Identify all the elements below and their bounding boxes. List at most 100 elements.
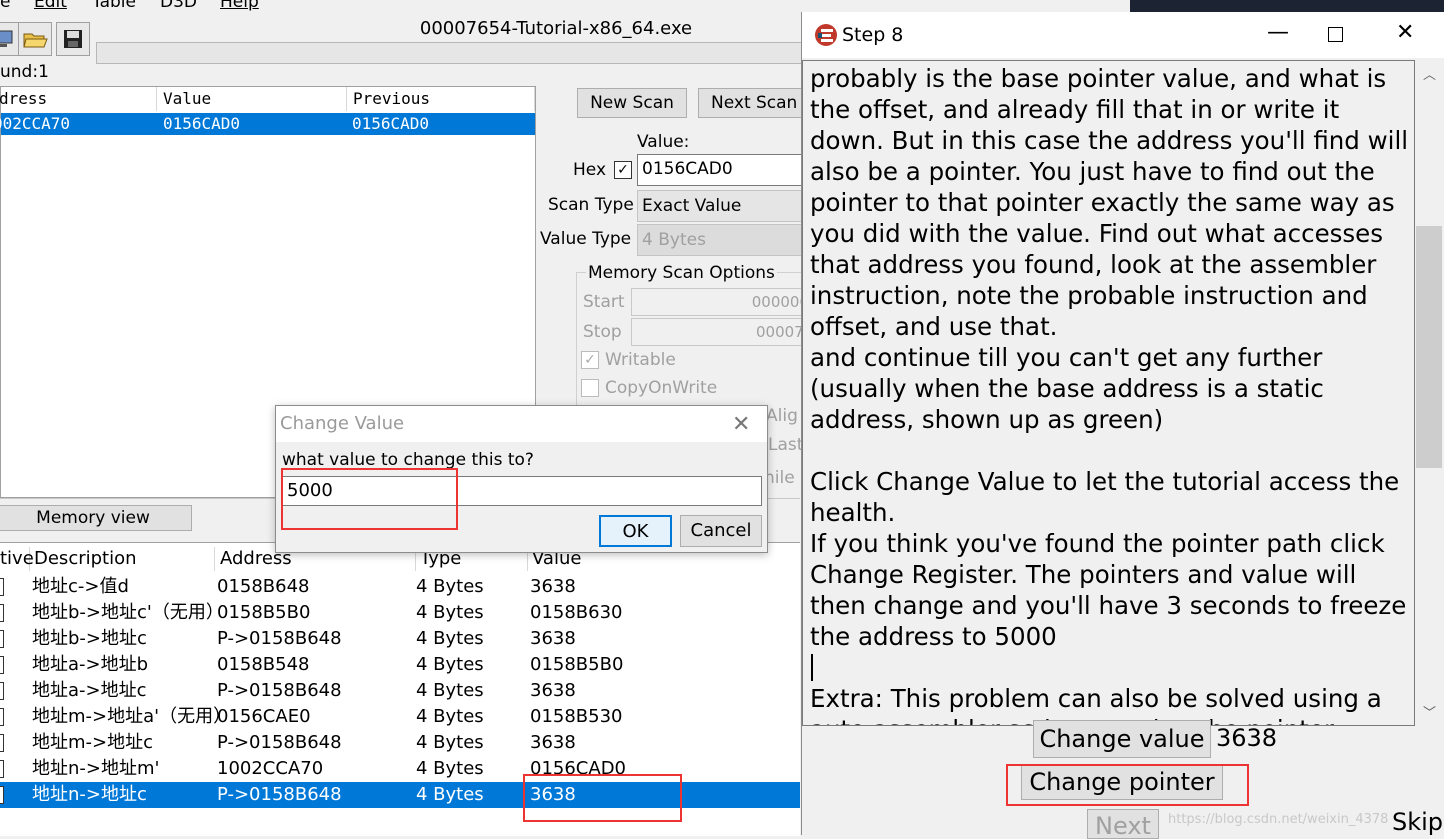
row-description: 地址b->地址c'（无用）: [32, 602, 224, 623]
table-row[interactable]: 地址c->值d 0158B648 4 Bytes 3638: [0, 574, 800, 600]
value-type-select[interactable]: 4 Bytes: [637, 224, 812, 256]
memory-options-label: Memory Scan Options: [586, 263, 777, 283]
tutorial-paragraph: probably is the base pointer value, and …: [810, 64, 1409, 434]
hex-label: Hex: [573, 160, 607, 180]
input-highlight-box: [281, 468, 458, 530]
active-checkbox[interactable]: [0, 734, 4, 752]
active-checkbox[interactable]: [0, 760, 4, 778]
stop-address-input[interactable]: 00007f: [631, 318, 816, 346]
row-address: 0156CAE0: [217, 706, 311, 727]
close-icon[interactable]: ✕: [732, 412, 750, 437]
scan-type-label: Scan Type: [548, 195, 634, 215]
column-header-description[interactable]: Description: [32, 547, 215, 571]
cheat-engine-logo-icon: [814, 23, 838, 47]
scroll-up-icon[interactable]: ︿: [1423, 64, 1436, 83]
row-value: 3638: [530, 680, 576, 701]
minimize-icon[interactable]: —: [1267, 20, 1289, 45]
vertical-scrollbar[interactable]: ︿ ﹀: [1415, 60, 1443, 726]
open-folder-icon[interactable]: [18, 22, 52, 56]
result-value: 0156CAD0: [163, 114, 241, 133]
result-row[interactable]: 002CCA70 0156CAD0 0156CAD0: [0, 113, 535, 135]
row-value: 3638: [530, 628, 576, 649]
last-digits-label: Last: [768, 435, 804, 455]
active-checkbox[interactable]: [0, 656, 4, 674]
table-row[interactable]: 地址m->地址c P->0158B648 4 Bytes 3638: [0, 730, 800, 756]
hex-checkbox[interactable]: ✓: [614, 161, 632, 179]
row-type: 4 Bytes: [416, 680, 484, 701]
close-icon[interactable]: ✕: [1396, 20, 1414, 45]
row-address: P->0158B648: [217, 680, 342, 701]
new-scan-button[interactable]: New Scan: [577, 88, 687, 118]
row-value: 0158B530: [530, 706, 623, 727]
found-count: und:1: [0, 62, 49, 82]
tutorial-paragraph: Click Change Value to let the tutorial a…: [810, 467, 1407, 651]
text-caret: [811, 654, 813, 681]
active-checkbox[interactable]: [0, 786, 4, 804]
next-scan-button[interactable]: Next Scan: [698, 88, 808, 118]
row-type: 4 Bytes: [416, 706, 484, 727]
active-checkbox[interactable]: [0, 630, 4, 648]
start-label: Start: [583, 292, 625, 312]
column-header-active[interactable]: tive: [0, 547, 34, 571]
stop-label: Stop: [583, 322, 622, 342]
value-highlight-box: [523, 774, 682, 822]
step-title: Step 8: [842, 24, 904, 46]
scrollbar-thumb[interactable]: [1416, 226, 1442, 468]
value-label: Value:: [637, 132, 690, 152]
menu-bar: e Edit Table D3D Help: [0, 0, 800, 16]
column-header-value[interactable]: Value: [157, 87, 347, 111]
scan-type-select[interactable]: Exact Value: [637, 190, 812, 222]
row-type: 4 Bytes: [416, 732, 484, 753]
row-description: 地址m->地址c: [32, 732, 154, 753]
tutorial-step-window: Step 8 — ✕ probably is the base pointer …: [801, 12, 1444, 839]
ok-button[interactable]: OK: [599, 515, 672, 547]
row-value: 3638: [530, 732, 576, 753]
active-checkbox[interactable]: [0, 708, 4, 726]
tutorial-text-area[interactable]: probably is the base pointer value, and …: [802, 60, 1415, 726]
value-input[interactable]: 0156CAD0: [637, 154, 812, 186]
row-description: 地址c->值d: [32, 576, 129, 597]
text-cursor-line: [803, 652, 1414, 683]
row-type: 4 Bytes: [416, 784, 484, 805]
table-row[interactable]: 地址b->地址c'（无用） 0158B5B0 4 Bytes 0158B630: [0, 600, 800, 626]
row-description: 地址a->地址c: [32, 680, 147, 701]
save-icon[interactable]: [56, 22, 90, 56]
maximize-icon[interactable]: [1328, 27, 1343, 42]
row-value: 0158B5B0: [530, 654, 624, 675]
active-checkbox[interactable]: [0, 682, 4, 700]
menu-d3d[interactable]: D3D: [160, 0, 197, 12]
menu-help[interactable]: Help: [220, 0, 259, 12]
current-value-label: 3638: [1216, 724, 1278, 752]
table-row[interactable]: 地址b->地址c P->0158B648 4 Bytes 3638: [0, 626, 800, 652]
column-header-address[interactable]: dress: [0, 87, 157, 111]
copyonwrite-checkbox[interactable]: [581, 379, 599, 397]
row-value: 0158B630: [530, 602, 623, 623]
computer-icon[interactable]: [0, 22, 20, 56]
table-row[interactable]: 地址a->地址b 0158B548 4 Bytes 0158B5B0: [0, 652, 800, 678]
alignment-label: Alig: [766, 406, 798, 426]
scroll-down-icon[interactable]: ﹀: [1423, 702, 1436, 721]
row-address: 0158B548: [217, 654, 310, 675]
step-titlebar: Step 8 — ✕: [802, 12, 1444, 58]
column-header-previous[interactable]: Previous: [347, 87, 535, 111]
table-row[interactable]: 地址a->地址c P->0158B648 4 Bytes 3638: [0, 678, 800, 704]
row-description: 地址n->地址c: [32, 784, 147, 805]
writable-checkbox[interactable]: ✓: [581, 351, 599, 369]
memory-view-button[interactable]: Memory view: [0, 505, 192, 531]
skip-button[interactable]: Skip: [1392, 808, 1443, 836]
change-value-button[interactable]: Change value: [1033, 720, 1211, 758]
row-description: 地址b->地址c: [32, 628, 147, 649]
active-checkbox[interactable]: [0, 604, 4, 622]
table-row[interactable]: 地址m->地址a'（无用） 0156CAE0 4 Bytes 0158B530: [0, 704, 800, 730]
start-address-input[interactable]: 000000: [631, 288, 816, 316]
row-type: 4 Bytes: [416, 576, 484, 597]
menu-table[interactable]: Table: [92, 0, 136, 12]
row-description: 地址m->地址a'（无用）: [32, 706, 232, 727]
row-address: P->0158B648: [217, 628, 342, 649]
active-checkbox[interactable]: [0, 578, 4, 596]
row-address: 1002CCA70: [217, 758, 324, 779]
menu-file[interactable]: e: [0, 0, 10, 12]
change-value-dialog: Change Value ✕ what value to change this…: [275, 405, 768, 553]
menu-edit[interactable]: Edit: [34, 0, 67, 12]
cancel-button[interactable]: Cancel: [680, 515, 762, 547]
